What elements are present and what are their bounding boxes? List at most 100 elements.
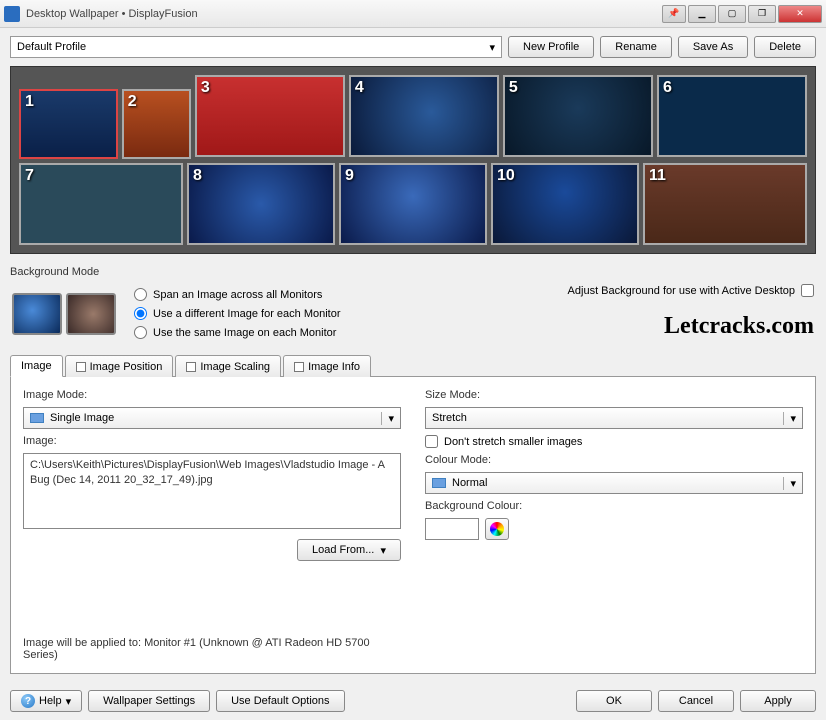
ok-button[interactable]: OK xyxy=(576,690,652,712)
dropdown-arrow-icon: ▾ xyxy=(783,412,796,425)
radio-same[interactable]: Use the same Image on each Monitor xyxy=(134,326,341,339)
monitor-number: 10 xyxy=(497,167,515,185)
main-panel: Default Profile ▾ New Profile Rename Sav… xyxy=(0,28,826,720)
window-buttons: 📌 ▁ ▢ ❐ ✕ xyxy=(662,5,822,23)
dropdown-arrow-icon: ▾ xyxy=(381,412,394,425)
tab-check-icon xyxy=(186,362,196,372)
radio-diff[interactable]: Use a different Image for each Monitor xyxy=(134,307,341,320)
save-as-button[interactable]: Save As xyxy=(678,36,748,58)
help-button[interactable]: ? Help ▾ xyxy=(10,690,82,712)
image-mode-select[interactable]: Single Image ▾ xyxy=(23,407,401,429)
tab-label: Image Info xyxy=(308,361,360,373)
left-column: Image Mode: Single Image ▾ Image: C:\Use… xyxy=(23,389,401,661)
radio-input[interactable] xyxy=(134,326,147,339)
monitor-number: 11 xyxy=(649,167,666,185)
background-mode-section: Background Mode Span an Image across all… xyxy=(10,266,816,354)
bg-mode-right: Adjust Background for use with Active De… xyxy=(568,284,814,344)
restore-button[interactable]: ❐ xyxy=(748,5,776,23)
profile-row: Default Profile ▾ New Profile Rename Sav… xyxy=(10,36,816,58)
size-mode-label: Size Mode: xyxy=(425,389,803,401)
pin-button[interactable]: 📌 xyxy=(662,5,686,23)
radio-input[interactable] xyxy=(134,307,147,320)
monitor-number: 7 xyxy=(25,167,34,185)
image-path-field[interactable]: C:\Users\Keith\Pictures\DisplayFusion\We… xyxy=(23,453,401,529)
size-mode-select[interactable]: Stretch ▾ xyxy=(425,407,803,429)
help-label: Help xyxy=(39,695,62,707)
monitor-number: 5 xyxy=(509,79,518,97)
image-icon xyxy=(432,478,446,488)
monitor-1[interactable]: 1 xyxy=(19,89,118,159)
monitor-2[interactable]: 2 xyxy=(122,89,191,159)
monitor-6[interactable]: 6 xyxy=(657,75,807,157)
tab-image-info[interactable]: Image Info xyxy=(283,355,371,377)
monitor-number: 9 xyxy=(345,167,354,185)
image-icon xyxy=(30,413,44,423)
bg-colour-label: Background Colour: xyxy=(425,500,803,512)
image-mode-value: Single Image xyxy=(50,412,114,424)
monitor-number: 4 xyxy=(355,79,364,97)
monitor-9[interactable]: 9 xyxy=(339,163,487,245)
active-desktop-label: Adjust Background for use with Active De… xyxy=(568,285,795,297)
rename-button[interactable]: Rename xyxy=(600,36,672,58)
monitor-11[interactable]: 11 xyxy=(643,163,807,245)
monitor-number: 1 xyxy=(25,93,34,111)
bg-colour-swatch[interactable] xyxy=(425,518,479,540)
monitor-8[interactable]: 8 xyxy=(187,163,335,245)
app-icon xyxy=(4,6,20,22)
tab-image-position[interactable]: Image Position xyxy=(65,355,174,377)
dont-stretch-row: Don't stretch smaller images xyxy=(425,435,803,448)
image-label: Image: xyxy=(23,435,401,447)
watermark-text: Letcracks.com xyxy=(568,313,814,340)
dropdown-arrow-icon: ▾ xyxy=(489,41,495,54)
tab-label: Image xyxy=(21,360,52,372)
colour-picker-button[interactable] xyxy=(485,518,509,540)
active-desktop-checkbox[interactable] xyxy=(801,284,814,297)
tab-check-icon xyxy=(76,362,86,372)
colour-mode-label: Colour Mode: xyxy=(425,454,803,466)
profile-select[interactable]: Default Profile ▾ xyxy=(10,36,502,58)
dont-stretch-checkbox[interactable] xyxy=(425,435,438,448)
radio-input[interactable] xyxy=(134,288,147,301)
monitor-number: 8 xyxy=(193,167,202,185)
monitor-icon xyxy=(12,293,62,335)
load-from-button[interactable]: Load From... ▾ xyxy=(297,539,401,561)
new-profile-button[interactable]: New Profile xyxy=(508,36,594,58)
monitor-7[interactable]: 7 xyxy=(19,163,183,245)
tab-image-scaling[interactable]: Image Scaling xyxy=(175,355,281,377)
monitor-number: 3 xyxy=(201,79,210,97)
load-from-label: Load From... xyxy=(312,544,374,556)
radio-label: Use a different Image for each Monitor xyxy=(153,308,341,320)
profile-selected: Default Profile xyxy=(17,41,86,53)
maximize-button[interactable]: ▢ xyxy=(718,5,746,23)
monitor-4[interactable]: 4 xyxy=(349,75,499,157)
dropdown-arrow-icon: ▾ xyxy=(66,695,72,708)
load-from-row: Load From... ▾ xyxy=(23,539,401,561)
tab-image[interactable]: Image xyxy=(10,355,63,377)
bg-mode-radios: Span an Image across all Monitors Use a … xyxy=(134,284,341,344)
delete-button[interactable]: Delete xyxy=(754,36,816,58)
radio-span[interactable]: Span an Image across all Monitors xyxy=(134,288,341,301)
apply-button[interactable]: Apply xyxy=(740,690,816,712)
colour-mode-select[interactable]: Normal ▾ xyxy=(425,472,803,494)
bg-mode-left: Span an Image across all Monitors Use a … xyxy=(12,284,341,344)
tab-check-icon xyxy=(294,362,304,372)
bg-mode-label: Background Mode xyxy=(10,266,816,278)
cancel-button[interactable]: Cancel xyxy=(658,690,734,712)
monitor-10[interactable]: 10 xyxy=(491,163,639,245)
dont-stretch-label: Don't stretch smaller images xyxy=(444,436,582,448)
minimize-button[interactable]: ▁ xyxy=(688,5,716,23)
monitor-5[interactable]: 5 xyxy=(503,75,653,157)
monitor-3[interactable]: 3 xyxy=(195,75,345,157)
dropdown-arrow-icon: ▾ xyxy=(783,477,796,490)
applied-to-status: Image will be applied to: Monitor #1 (Un… xyxy=(23,637,401,661)
monitor-number: 2 xyxy=(128,93,137,111)
tab-label: Image Position xyxy=(90,361,163,373)
wallpaper-settings-button[interactable]: Wallpaper Settings xyxy=(88,690,210,712)
radio-label: Use the same Image on each Monitor xyxy=(153,327,336,339)
close-button[interactable]: ✕ xyxy=(778,5,822,23)
default-options-button[interactable]: Use Default Options xyxy=(216,690,344,712)
colour-wheel-icon xyxy=(490,522,504,536)
right-column: Size Mode: Stretch ▾ Don't stretch small… xyxy=(425,389,803,661)
image-mode-label: Image Mode: xyxy=(23,389,401,401)
monitor-row: 1 2 3 4 5 6 xyxy=(19,75,807,159)
